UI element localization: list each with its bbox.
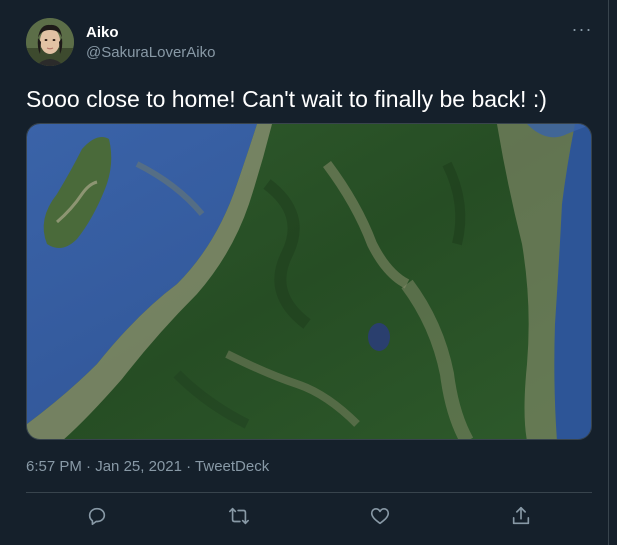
avatar[interactable] <box>26 18 74 66</box>
reply-icon[interactable] <box>86 505 110 529</box>
meta-separator: · <box>81 458 96 475</box>
more-options-icon[interactable]: ··· <box>570 20 594 42</box>
tweet-meta: 6:57 PM · Jan 25, 2021 · TweetDeck <box>26 458 269 476</box>
timeline-border <box>608 0 617 545</box>
tweet-card: Aiko @SakuraLoverAiko ··· Sooo close to … <box>0 0 617 545</box>
tweet-date[interactable]: Jan 25, 2021 <box>95 458 182 475</box>
avatar-image <box>26 18 74 66</box>
like-icon[interactable] <box>369 505 393 529</box>
divider <box>26 492 592 493</box>
retweet-icon[interactable] <box>228 505 252 529</box>
tweet-source[interactable]: TweetDeck <box>195 458 269 475</box>
tweet-text: Sooo close to home! Can't wait to finall… <box>26 86 547 112</box>
author-handle[interactable]: @SakuraLoverAiko <box>86 44 215 62</box>
share-icon[interactable] <box>510 505 534 529</box>
tweet-time[interactable]: 6:57 PM <box>26 458 82 475</box>
tweet-media-image[interactable] <box>26 123 592 440</box>
author-display-name[interactable]: Aiko <box>86 24 119 42</box>
meta-separator: · <box>181 458 196 475</box>
satellite-map-image <box>27 124 591 439</box>
